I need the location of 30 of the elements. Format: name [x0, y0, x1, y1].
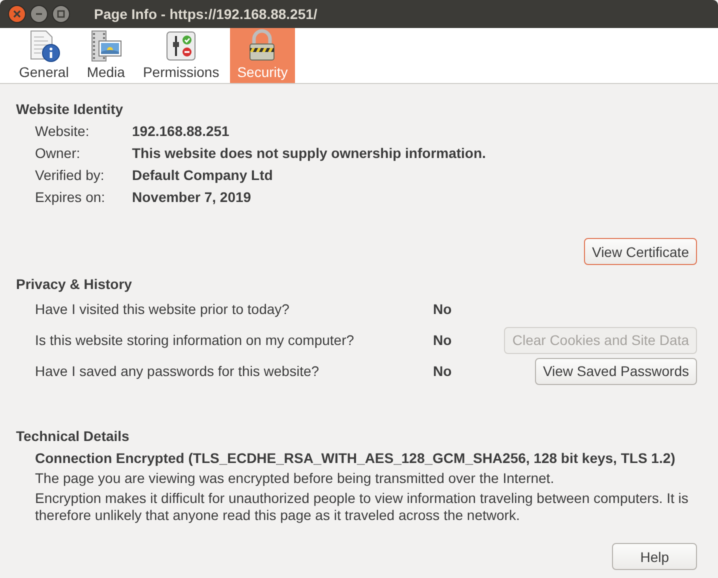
description-text: Encryption makes it difficult for unauthorized people to view information traveling between computers. It is therefore unlikely that anyone read this page as it traveled across the network. — [35, 490, 690, 524]
field-value: Default Company Ltd — [132, 166, 274, 184]
field-label: Verified by: — [35, 166, 106, 184]
field-value: 192.168.88.251 — [132, 122, 230, 140]
section-heading: Technical Details — [16, 427, 130, 445]
close-icon[interactable] — [8, 5, 26, 23]
section-heading: Privacy & History — [16, 275, 133, 293]
minimize-icon[interactable] — [30, 5, 48, 23]
view-certificate-button[interactable]: View Certificate — [584, 238, 697, 265]
description-text: The page you are viewing was encrypted before being transmitted over the Internet. — [35, 470, 556, 487]
tab[interactable]: General — [12, 28, 76, 83]
answer-text: No — [433, 332, 453, 348]
answer-text: No — [433, 363, 453, 379]
tab[interactable]: Permissions — [136, 28, 226, 83]
section-heading: Website Identity — [16, 100, 124, 118]
field-value: This website does not supply ownership information. — [132, 144, 486, 162]
privacy-action-button[interactable]: View Saved Passwords — [534, 358, 697, 384]
field-label: Owner: — [35, 144, 82, 162]
maximize-icon[interactable] — [52, 5, 70, 23]
field-label: Expires on: — [35, 188, 106, 206]
field-label: Website: — [35, 122, 90, 140]
window-title: Page Info - https://192.168.88.251/ — [94, 6, 318, 22]
help-button[interactable]: Help — [612, 543, 697, 570]
answer-text: No — [433, 301, 453, 317]
field-value: November 7, 2019 — [132, 188, 252, 206]
question-text: Is this website storing information on my computer? — [35, 332, 356, 348]
tab[interactable]: Media — [80, 28, 132, 83]
question-text: Have I visited this website prior to today? — [35, 301, 290, 317]
question-text: Have I saved any passwords for this website? — [35, 363, 320, 379]
connection-summary: Connection Encrypted (TLS_ECDHE_RSA_WITH_AES_128_GCM_SHA256, 128 bit keys, TLS 1.2) — [34, 449, 676, 467]
